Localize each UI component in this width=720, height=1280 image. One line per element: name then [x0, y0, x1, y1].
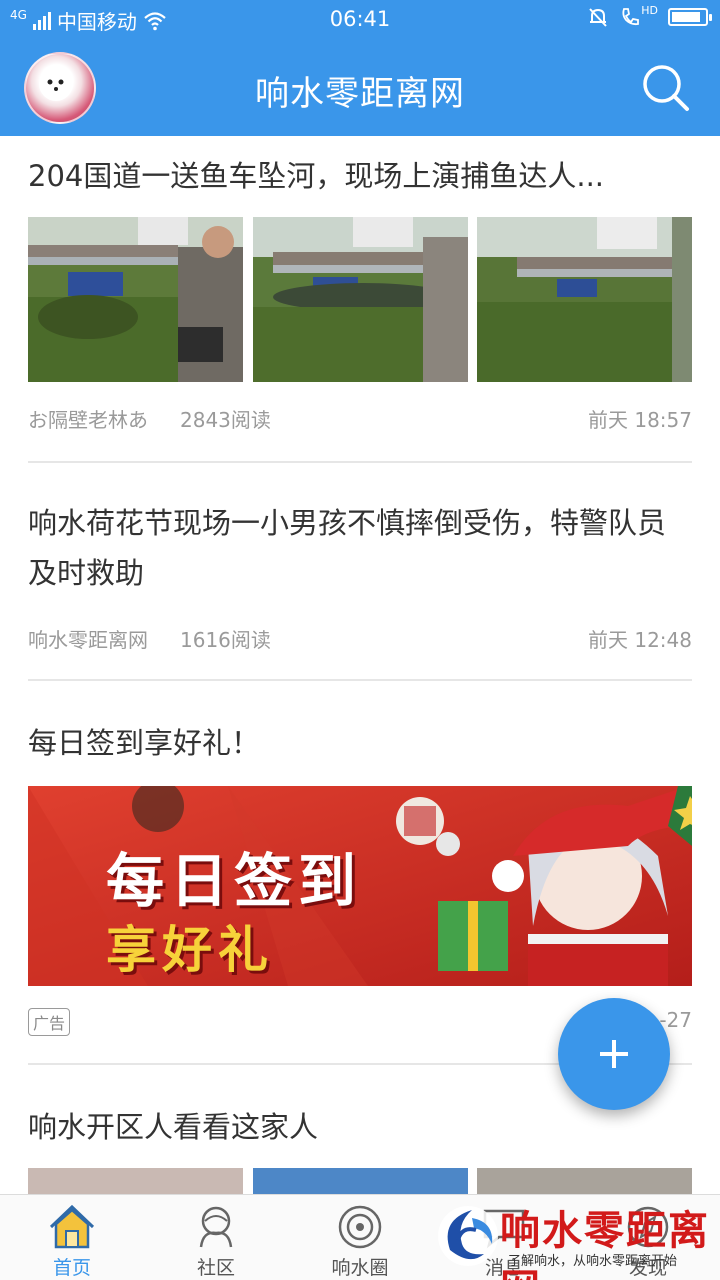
search-button[interactable]	[640, 62, 692, 114]
article-source: 响水零距离网	[28, 628, 148, 652]
divider	[28, 679, 692, 681]
hd-label: HD	[641, 4, 658, 17]
article-thumbnails	[28, 217, 692, 382]
article-title: 响水开区人看看这家人	[28, 1110, 319, 1144]
ad-banner-line1: 每日签到	[106, 847, 363, 915]
alarm-off-icon	[589, 8, 607, 27]
page-title: 响水零距离网	[255, 74, 465, 114]
nav-label: 响水圈	[331, 1257, 389, 1279]
ad-tag: 广告	[28, 1008, 71, 1036]
article-thumbnail[interactable]	[252, 1168, 468, 1194]
nav-circle[interactable]: 响水圈	[288, 1195, 432, 1280]
circle-icon	[338, 1205, 382, 1249]
nav-label: 社区	[196, 1257, 235, 1279]
divider	[28, 461, 692, 463]
ad-banner[interactable]: 每日签到 享好礼	[28, 786, 692, 986]
battery-icon	[668, 8, 712, 26]
article-item[interactable]: 响水荷花节现场一小男孩不慎摔倒受伤，特警队员及时救助 响水零距离网 1616阅读…	[28, 498, 692, 656]
status-bar: 4G 中国移动 06:41 HD	[0, 0, 720, 40]
home-icon	[49, 1204, 95, 1249]
article-thumbnails	[28, 1168, 692, 1194]
article-meta: 响水零距离网 1616阅读 前天 12:48	[28, 616, 692, 656]
article-thumbnail[interactable]	[252, 217, 468, 382]
article-item[interactable]: 204国道一送鱼车坠河，现场上演捕鱼达人... お隔壁老林あ 2843阅读 前天…	[28, 151, 692, 436]
ad-title: 每日签到享好礼！	[28, 726, 261, 760]
ad-item[interactable]: 每日签到享好礼！ 每日签到 享好礼 广告 -27	[28, 718, 692, 1040]
nav-community[interactable]: 社区	[144, 1195, 288, 1280]
plus-icon	[600, 1040, 628, 1068]
watermark-slogan: 了解响水，从响水零距离开始	[508, 1254, 678, 1269]
article-meta: お隔壁老林あ 2843阅读 前天 18:57	[28, 396, 692, 436]
watermark-logo-icon	[438, 1206, 498, 1266]
article-thumbnail[interactable]	[28, 1168, 243, 1194]
nav-label: 首页	[52, 1257, 91, 1279]
article-reads: 2843阅读	[180, 408, 271, 432]
search-icon	[643, 65, 689, 111]
ad-banner-line2: 享好礼	[106, 921, 274, 979]
community-icon	[199, 1206, 233, 1248]
app-header: 响水零距离网	[0, 40, 720, 136]
nav-home[interactable]: 首页	[0, 1195, 144, 1280]
article-thumbnail[interactable]	[477, 217, 692, 382]
article-source: お隔壁老林あ	[28, 408, 148, 432]
compose-button[interactable]	[558, 998, 670, 1110]
article-item[interactable]: 响水开区人看看这家人	[28, 1102, 692, 1194]
hd-call-icon: HD	[619, 4, 658, 28]
article-title: 204国道一送鱼车坠河，现场上演捕鱼达人...	[28, 159, 605, 193]
article-time: 前天 18:57	[588, 408, 692, 432]
article-title: 响水荷花节现场一小男孩不慎摔倒受伤，特警队员及时救助	[28, 506, 667, 590]
site-watermark: 响水零距离网 了解响水，从响水零距离开始	[430, 1196, 720, 1280]
article-thumbnail[interactable]	[28, 217, 243, 382]
article-reads: 1616阅读	[180, 628, 271, 652]
status-right: HD	[587, 4, 712, 28]
article-thumbnail[interactable]	[477, 1168, 692, 1194]
article-time: 前天 12:48	[588, 628, 692, 652]
